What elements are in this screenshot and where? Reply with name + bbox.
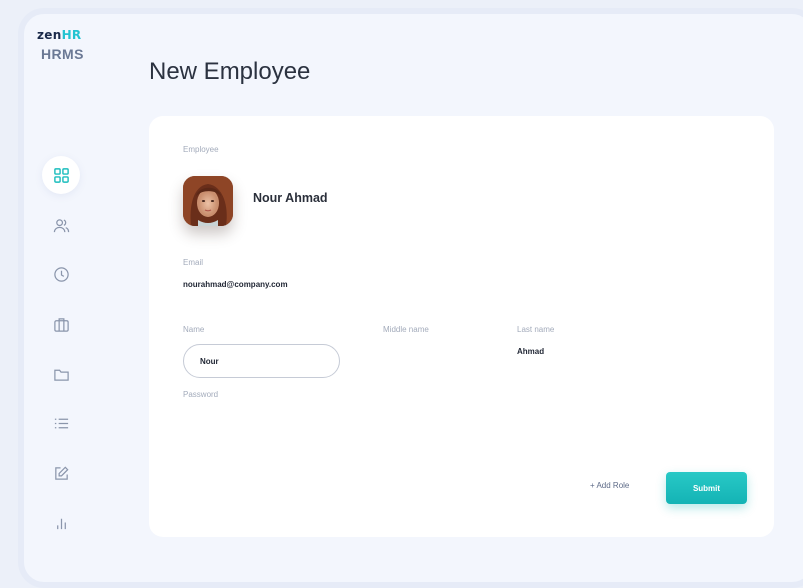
briefcase-icon (53, 317, 69, 332)
clock-icon (53, 266, 69, 282)
employee-avatar[interactable] (183, 176, 233, 226)
last-name-value[interactable]: Ahmad (517, 347, 544, 356)
sidebar-item-documents[interactable] (42, 355, 80, 393)
avatar-photo (183, 176, 233, 226)
password-input[interactable] (183, 402, 340, 428)
sidebar-item-reports[interactable] (42, 504, 80, 542)
sidebar-item-lists[interactable] (42, 404, 80, 442)
email-value: nourahmad@company.com (183, 280, 288, 289)
sidebar-item-employees[interactable] (42, 206, 80, 244)
password-label: Password (183, 390, 219, 399)
submit-button[interactable]: Submit (666, 472, 747, 504)
folder-icon (53, 369, 69, 381)
name-label: Name (183, 325, 205, 334)
edit-icon (54, 465, 69, 480)
add-role-button[interactable]: + Add Role (590, 481, 629, 490)
brand-logo: zenHR (37, 28, 82, 42)
dashboard-grid-icon (53, 167, 69, 183)
sidebar-item-jobs[interactable] (42, 305, 80, 343)
employee-label: Employee (183, 145, 219, 154)
middle-name-input[interactable] (383, 340, 493, 370)
employee-name: Nour Ahmad (253, 191, 328, 205)
list-icon (54, 418, 68, 428)
sidebar-item-forms[interactable] (42, 454, 80, 492)
bar-chart-icon (56, 518, 66, 529)
sidebar-item-time[interactable] (42, 255, 80, 293)
page-title: New Employee (149, 58, 311, 85)
last-name-label: Last name (517, 325, 555, 334)
product-name: HRMS (41, 46, 84, 62)
sidebar-item-dashboard[interactable] (42, 156, 80, 194)
users-icon (53, 218, 69, 232)
email-label: Email (183, 258, 204, 267)
middle-name-label: Middle name (383, 325, 429, 334)
name-input[interactable] (183, 344, 340, 378)
